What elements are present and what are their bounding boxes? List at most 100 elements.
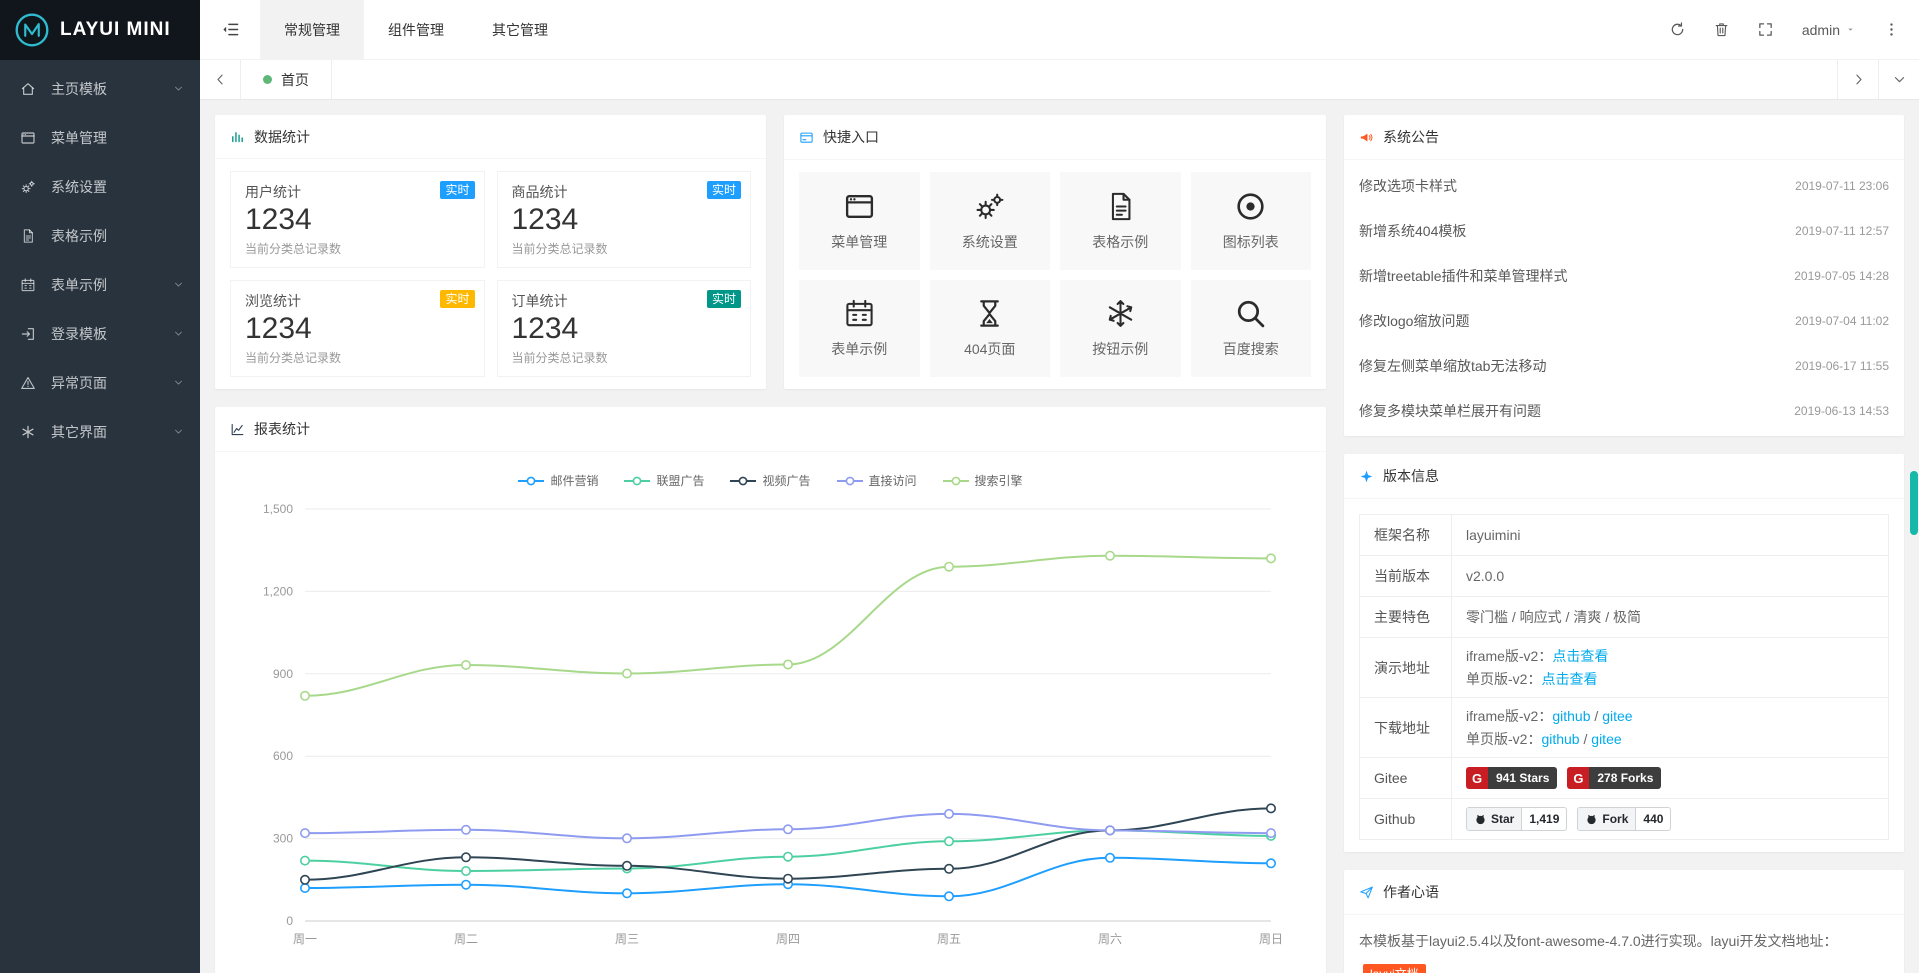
gitee-badge-text: 278 Forks (1589, 767, 1661, 789)
legend-item[interactable]: 联盟广告 (624, 472, 704, 489)
top-header: 常规管理组件管理其它管理 admin (200, 0, 1919, 60)
report-chart: 03006009001,2001,500周一周二周三周四周五周六周日 (215, 499, 1326, 959)
legend-item[interactable]: 直接访问 (837, 472, 917, 489)
user-menu[interactable]: admin (1788, 0, 1869, 59)
version-row: 主要特色零门槛 / 响应式 / 清爽 / 极简 (1360, 596, 1888, 637)
sidebar-item-form[interactable]: 表单示例 (0, 260, 200, 309)
login-icon (20, 326, 46, 342)
github-badge-label: Fork (1602, 812, 1628, 826)
version-line: iframe版-v2：github / gitee (1466, 706, 1874, 726)
content-left-column: 数据统计 用户统计1234当前分类总记录数实时商品统计1234当前分类总记录数实… (215, 115, 1326, 958)
gitee-badge[interactable]: G941 Stars (1466, 767, 1557, 789)
layui-doc-badge[interactable]: layui文档 (1363, 964, 1426, 973)
quick-entry-button[interactable]: 按钮示例 (1060, 280, 1181, 378)
version-row: Gitee G941 Stars G278 Forks (1360, 757, 1888, 798)
window-icon (843, 190, 876, 223)
version-value-cell: G941 Stars G278 Forks (1452, 758, 1888, 798)
version-link[interactable]: github (1541, 731, 1579, 747)
more-menu-button[interactable] (1869, 0, 1913, 59)
github-badge[interactable]: Star1,419 (1466, 807, 1567, 831)
tab-home-label: 首页 (281, 70, 309, 90)
quick-entry-settings[interactable]: 系统设置 (930, 172, 1051, 270)
sidebar-item-label: 主页模板 (51, 79, 173, 99)
version-card: 版本信息 框架名称layuimini当前版本v2.0.0主要特色零门槛 / 响应… (1344, 454, 1904, 852)
version-link[interactable]: github (1552, 708, 1590, 724)
quick-entry-label: 404页面 (964, 339, 1015, 359)
version-line: 单页版-v2：点击查看 (1466, 669, 1874, 689)
quick-entry-label: 系统设置 (962, 232, 1018, 252)
github-badge[interactable]: Fork440 (1577, 807, 1671, 831)
page-tabbar: 首页 (200, 60, 1919, 100)
stat-desc: 当前分类总记录数 (512, 349, 737, 366)
tab-scroll-left-button[interactable] (200, 60, 241, 99)
version-value: v2.0.0 (1466, 568, 1874, 584)
notice-item[interactable]: 新增系统404模板2019-07-11 12:57 (1359, 208, 1889, 253)
stat-label: 订单统计 (512, 291, 737, 311)
status-badge: 实时 (440, 181, 474, 199)
tab-operations-button[interactable] (1878, 60, 1919, 99)
svg-text:周三: 周三 (615, 932, 639, 946)
svg-text:600: 600 (273, 749, 293, 763)
chevron-down-icon (173, 377, 184, 388)
sidebar-toggle-button[interactable] (200, 0, 260, 59)
quick-card-header: 快捷入口 (784, 115, 1326, 160)
stat-box-orders: 订单统计1234当前分类总记录数实时 (497, 280, 752, 377)
header-tab-other[interactable]: 其它管理 (468, 0, 572, 59)
quick-entry-form[interactable]: 表单示例 (799, 280, 920, 378)
sidebar-item-menu[interactable]: 菜单管理 (0, 113, 200, 162)
sidebar-item-login[interactable]: 登录模板 (0, 309, 200, 358)
version-link[interactable]: 点击查看 (1541, 671, 1597, 687)
refresh-button[interactable] (1656, 0, 1700, 59)
notice-text: 新增系统404模板 (1359, 221, 1466, 241)
quick-entry-table[interactable]: 表格示例 (1060, 172, 1181, 270)
quick-entry-baidu[interactable]: 百度搜索 (1191, 280, 1312, 378)
version-link[interactable]: gitee (1602, 708, 1632, 724)
notice-item[interactable]: 修复多模块菜单栏展开有问题2019-06-13 14:53 (1359, 388, 1889, 433)
legend-item[interactable]: 视频广告 (730, 472, 810, 489)
notice-item[interactable]: 修改选项卡样式2019-07-11 23:06 (1359, 163, 1889, 208)
fullscreen-button[interactable] (1744, 0, 1788, 59)
clear-cache-button[interactable] (1700, 0, 1744, 59)
logo[interactable]: LAYUI MINI (0, 0, 200, 60)
sidebar-item-table[interactable]: 表格示例 (0, 211, 200, 260)
version-link[interactable]: gitee (1591, 731, 1621, 747)
sidebar-item-label: 异常页面 (51, 373, 173, 393)
app-window: LAYUI MINI 主页模板菜单管理系统设置表格示例表单示例登录模板异常页面其… (0, 0, 1919, 973)
stat-value: 1234 (245, 203, 470, 237)
version-label: Gitee (1360, 758, 1452, 798)
notice-item[interactable]: 修复左侧菜单缩放tab无法移动2019-06-17 11:55 (1359, 343, 1889, 388)
sidebar-item-settings[interactable]: 系统设置 (0, 162, 200, 211)
hourglass-icon (973, 297, 1006, 330)
github-icon (1474, 813, 1487, 826)
asterisk-icon (20, 424, 46, 440)
quick-entry-menu[interactable]: 菜单管理 (799, 172, 920, 270)
page-scrollbar-thumb[interactable] (1910, 471, 1918, 535)
quick-entry-page404[interactable]: 404页面 (930, 280, 1051, 378)
legend-item[interactable]: 邮件营销 (518, 472, 598, 489)
sidebar-item-home[interactable]: 主页模板 (0, 64, 200, 113)
sidebar-item-error[interactable]: 异常页面 (0, 358, 200, 407)
header-tab-regular[interactable]: 常规管理 (260, 0, 364, 59)
author-card: 作者心语 本模板基于layui2.5.4以及font-awesome-4.7.0… (1344, 870, 1904, 973)
github-icon (1585, 813, 1598, 826)
report-card: 报表统计 邮件营销联盟广告视频广告直接访问搜索引擎 03006009001,20… (215, 407, 1326, 973)
stats-card-title: 数据统计 (254, 127, 310, 147)
notice-item[interactable]: 修改logo缩放问题2019-07-04 11:02 (1359, 298, 1889, 343)
notice-item[interactable]: 新增treetable插件和菜单管理样式2019-07-05 14:28 (1359, 253, 1889, 298)
version-link[interactable]: 点击查看 (1552, 648, 1608, 664)
sidebar-item-other[interactable]: 其它界面 (0, 407, 200, 456)
legend-label: 直接访问 (869, 472, 917, 489)
tab-scroll-right-button[interactable] (1837, 60, 1878, 99)
legend-item[interactable]: 搜索引擎 (943, 472, 1023, 489)
gitee-badge[interactable]: G278 Forks (1567, 767, 1661, 789)
svg-text:1,500: 1,500 (263, 502, 293, 516)
content-right-column: 系统公告 修改选项卡样式2019-07-11 23:06新增系统404模板201… (1344, 115, 1904, 958)
version-card-header: 版本信息 (1344, 454, 1904, 499)
header-tab-component[interactable]: 组件管理 (364, 0, 468, 59)
stat-value: 1234 (512, 203, 737, 237)
paper-plane-icon (1359, 885, 1374, 900)
quick-entry-icons[interactable]: 图标列表 (1191, 172, 1312, 270)
tab-home[interactable]: 首页 (241, 60, 332, 99)
version-value-cell: layuimini (1452, 515, 1888, 555)
version-label: 框架名称 (1360, 515, 1452, 555)
